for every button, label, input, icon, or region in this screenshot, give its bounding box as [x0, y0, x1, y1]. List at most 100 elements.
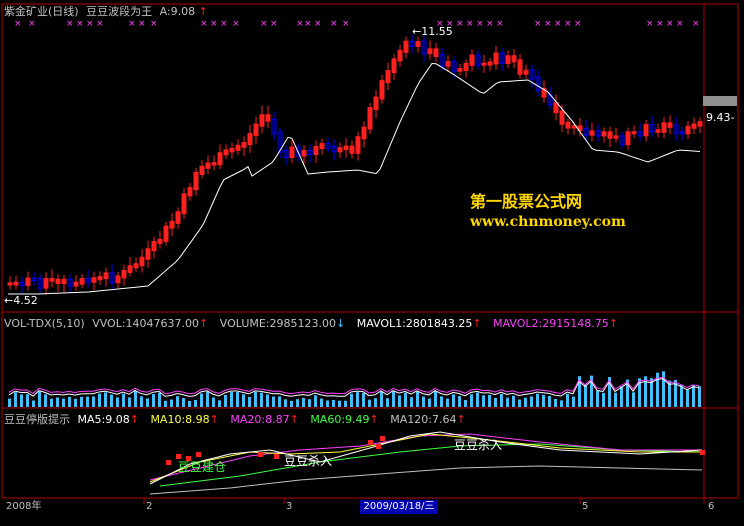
volume-bar [542, 394, 545, 407]
limit-up-square [376, 444, 381, 449]
volume-bar [686, 389, 689, 407]
candle-body [127, 265, 133, 273]
volume-bar [392, 391, 395, 407]
volume-bar [116, 397, 119, 407]
signal-x-marker: × [456, 19, 464, 29]
candle-body [373, 96, 379, 111]
signal-x-marker: × [232, 19, 240, 29]
volume-bar [404, 392, 407, 407]
candle-body [169, 220, 175, 229]
volume-bar [272, 396, 275, 407]
up-arrow-icon: ↑ [129, 413, 139, 426]
volume-bar [326, 400, 329, 407]
left-arrow-icon: ← [4, 294, 14, 307]
signal-x-marker: × [270, 19, 278, 29]
candle-body [397, 49, 403, 62]
volume-bar [242, 394, 245, 407]
volume-bar [530, 396, 533, 407]
signal-x-marker: × [554, 19, 562, 29]
candle-body [121, 269, 127, 279]
volume-bar [602, 392, 605, 407]
volume-bar [500, 393, 503, 407]
candle-body [379, 80, 385, 100]
up-arrow-icon: ↑ [209, 413, 219, 426]
annotation-buy-in-2: 豆豆杀入 [454, 438, 503, 452]
ma-panel-header: 豆豆停版提示 MA5:9.08↑ MA10:8.98↑ MA20:8.87↑ M… [4, 412, 466, 427]
volume-bar [398, 395, 401, 407]
volume-bar [338, 400, 341, 407]
volume-bar [146, 398, 149, 407]
volume-bar [572, 396, 575, 407]
candle-body [385, 70, 391, 84]
up-arrow-icon: ↑ [289, 413, 299, 426]
candle-body [313, 146, 319, 156]
volume-bar [290, 400, 293, 407]
right-price-value: 9.43- [706, 111, 735, 124]
signal-x-marker: × [138, 19, 146, 29]
volume-bar [62, 398, 65, 407]
signal-x-marker: × [314, 19, 322, 29]
signal-x-marker: × [666, 19, 674, 29]
candle-body [661, 122, 667, 133]
candle-body [463, 62, 469, 72]
candle-body [505, 55, 511, 64]
volume-bar [632, 392, 635, 407]
limit-up-square [274, 454, 279, 459]
indicator-name: 豆豆波段为王 [86, 5, 153, 18]
volume-bar [440, 396, 443, 407]
signal-markers: × × × × × × × × × × × × × × × × × × × × × × × × × × × × × × × × × × × × × [14, 19, 700, 29]
signal-x-marker: × [86, 19, 94, 29]
volume-bar [170, 399, 173, 407]
volume-bar [536, 393, 539, 407]
left-arrow-icon: ← [412, 25, 422, 38]
signal-x-marker: × [476, 19, 484, 29]
limit-up-square [380, 436, 385, 441]
volume-bar [260, 392, 263, 407]
volume-bar [344, 400, 347, 407]
volume-bar [584, 384, 587, 407]
candle-body [97, 276, 103, 281]
volume-bar [218, 400, 221, 407]
volume-bar [596, 390, 599, 407]
candle-body [625, 131, 631, 146]
signal-x-marker: × [260, 19, 268, 29]
signal-x-marker: × [574, 19, 582, 29]
volume-bar [128, 397, 131, 407]
volume-bar [182, 398, 185, 407]
candle-body [493, 52, 499, 65]
volume-bar [350, 393, 353, 407]
up-arrow-icon: ↑ [198, 5, 208, 18]
candle-body [469, 54, 475, 66]
volume-bar [74, 398, 77, 407]
volume-bar [566, 393, 569, 407]
candle-body [337, 147, 343, 153]
volume-bar [428, 398, 431, 407]
volume-panel-header: VOL-TDX(5,10) VVOL:14047637.00↑ VOLUME:2… [4, 316, 618, 331]
candle-body [559, 110, 565, 125]
volume-bar [476, 392, 479, 407]
signal-x-marker: × [150, 19, 158, 29]
volume-bar [134, 391, 137, 407]
candle-body [157, 238, 163, 244]
volume-bar [644, 376, 647, 407]
limit-up-square [166, 460, 171, 465]
ma-lines [149, 431, 703, 495]
signal-x-marker: × [66, 19, 74, 29]
volume-bar [278, 396, 281, 407]
volume-ma-line-1 [8, 378, 700, 397]
limit-up-square [258, 452, 263, 457]
signal-x-marker: × [200, 19, 208, 29]
candle-body [433, 48, 439, 57]
candle-body [193, 171, 199, 191]
selected-date-box[interactable]: 2009/03/18/三 [360, 500, 438, 514]
candle-body [247, 133, 253, 146]
candle-body [25, 277, 31, 286]
candle-body [13, 281, 19, 286]
volume-bar [50, 398, 53, 407]
volume-bar [284, 399, 287, 407]
stock-chart-canvas[interactable]: × × × × × × × × × × × × × × × × × × × × × × × × × × × × × × × × × × × × × [0, 0, 744, 526]
volume-bar [164, 400, 167, 407]
up-arrow-icon: ↑ [199, 317, 209, 330]
ma60-value: MA60:9.49 [310, 413, 370, 426]
candle-body [211, 162, 217, 166]
